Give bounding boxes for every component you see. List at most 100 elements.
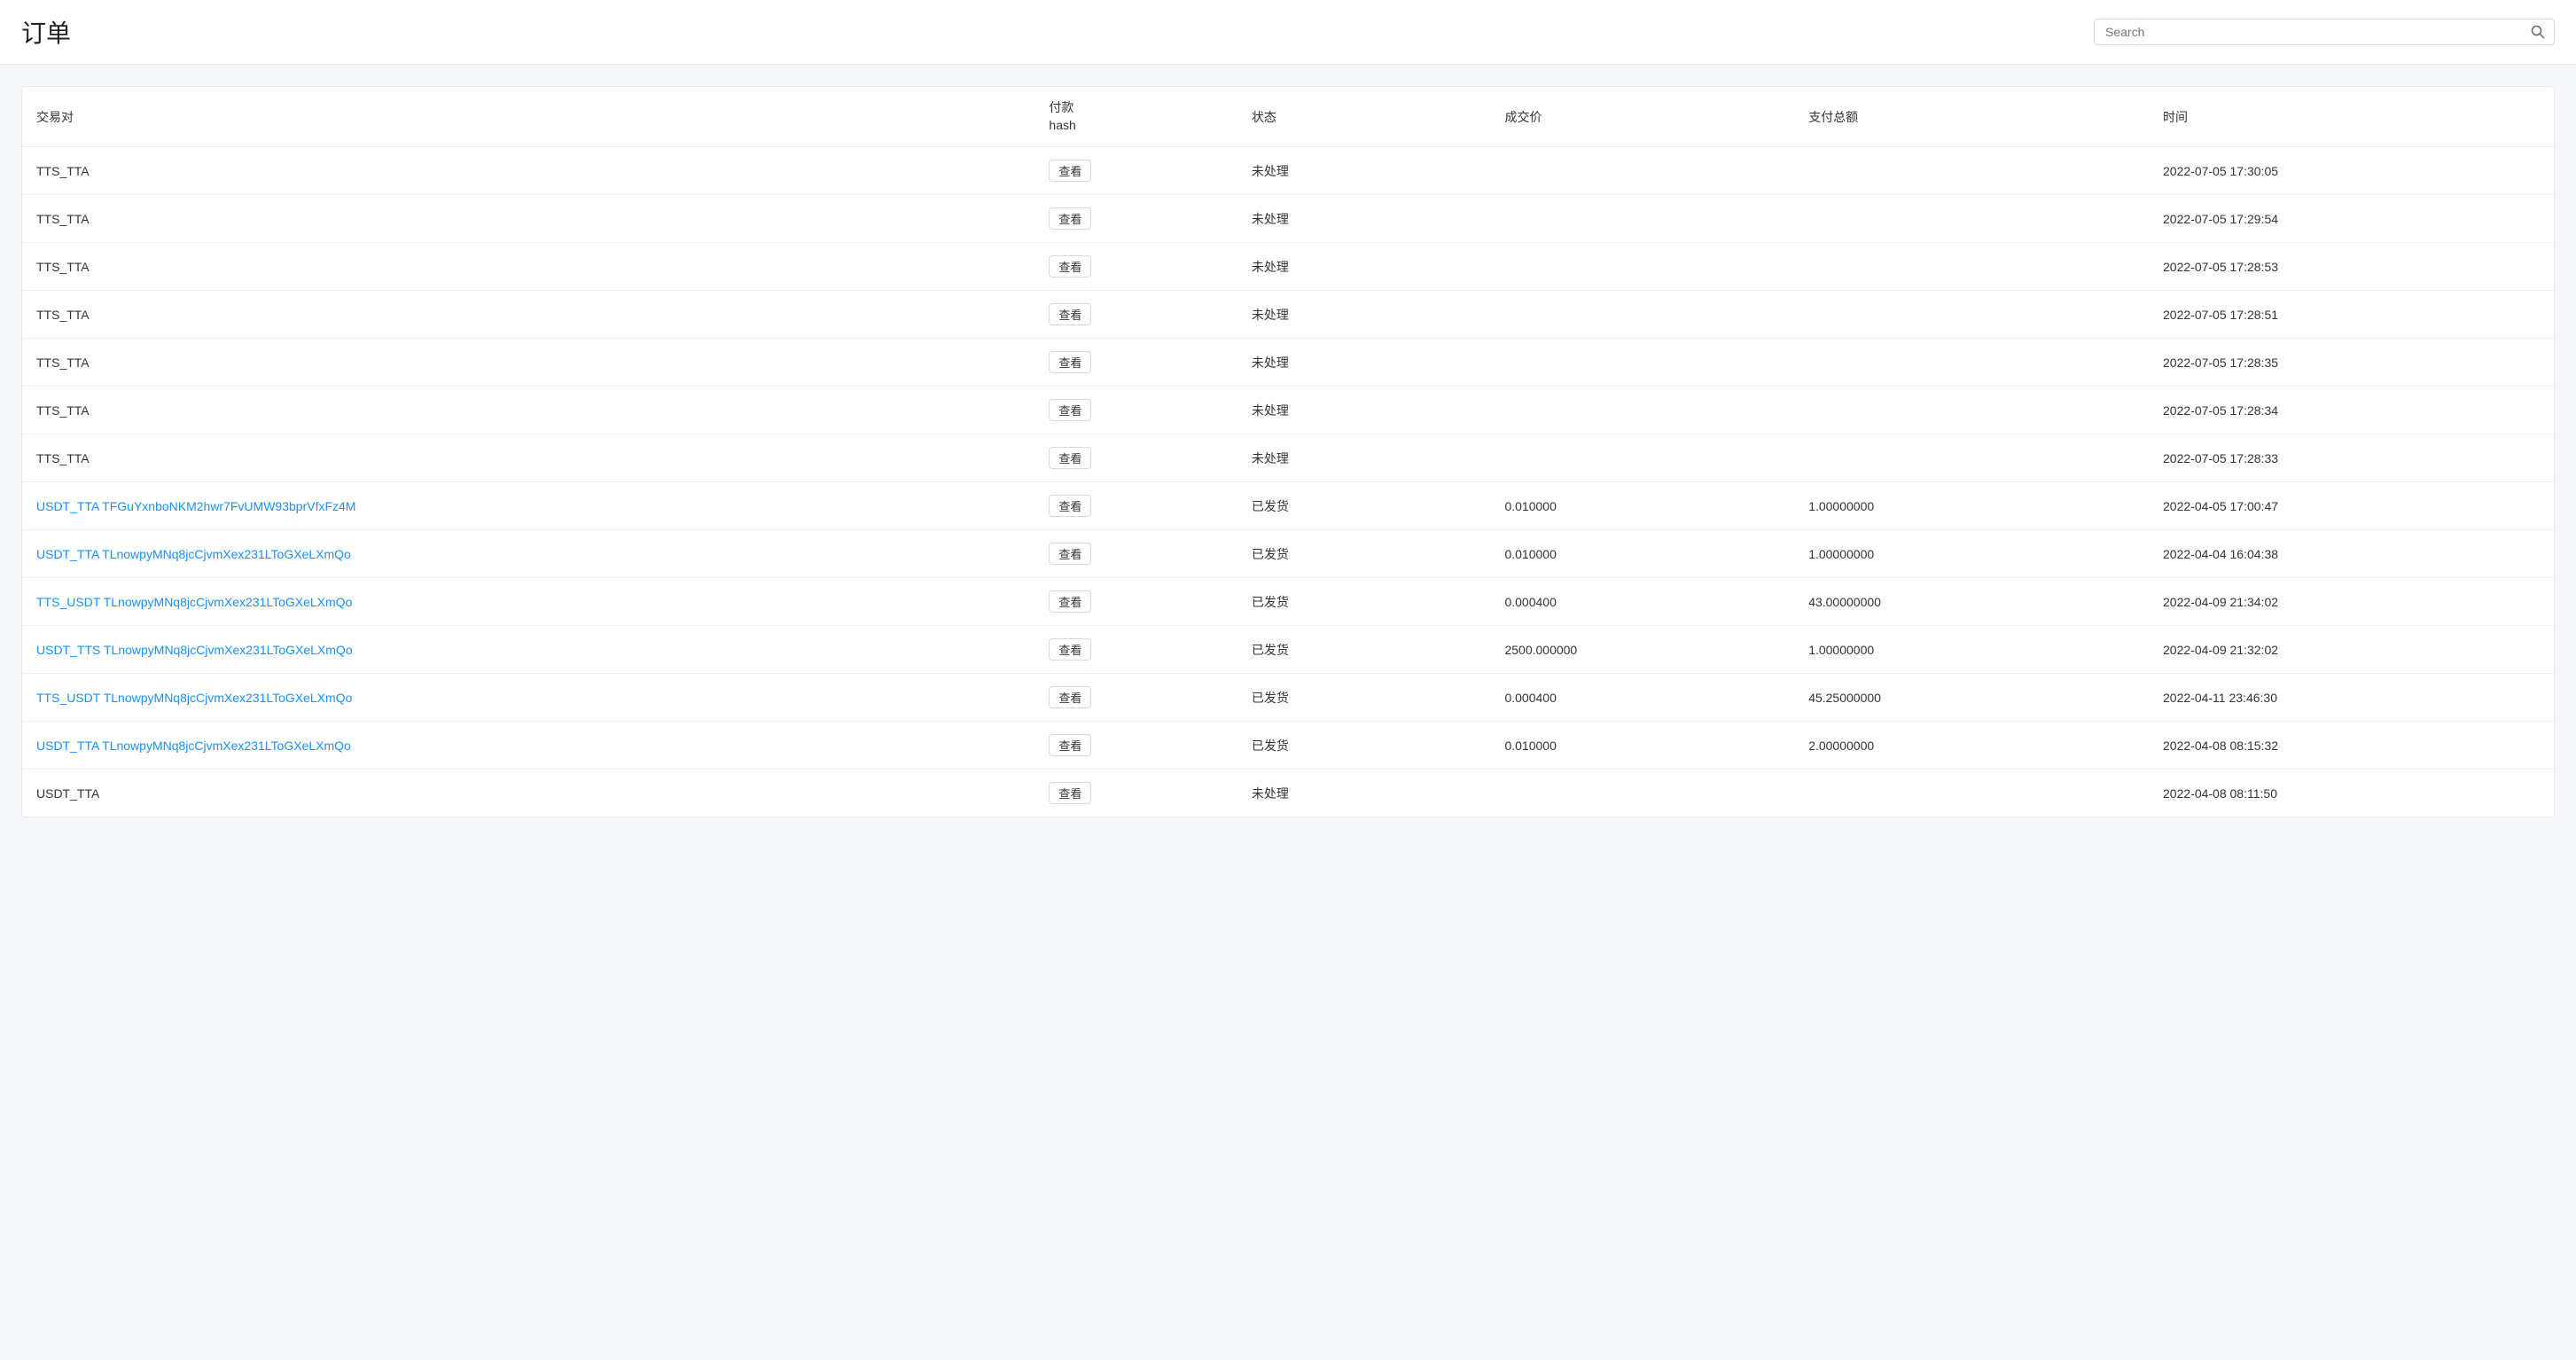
cell-trading-pair: TTS_TTA: [22, 339, 1034, 387]
cell-hash: 查看: [1034, 195, 1237, 243]
table-body: TTS_TTA查看未处理2022-07-05 17:30:05TTS_TTA查看…: [22, 147, 2554, 817]
cell-time: 2022-07-05 17:28:34: [2149, 387, 2554, 434]
table-row: USDT_TTA TLnowpyMNq8jcCjvmXex231LToGXeLX…: [22, 530, 2554, 578]
content: 交易对 付款hash 状态 成交价 支付总额: [0, 65, 2576, 839]
col-header-trading-pair: 交易对: [22, 87, 1034, 147]
cell-time: 2022-04-09 21:34:02: [2149, 578, 2554, 626]
cell-status: 已发货: [1237, 626, 1491, 674]
cell-time: 2022-04-08 08:11:50: [2149, 770, 2554, 817]
table-row: TTS_TTA 查看 未处理 2022-07-05 17:29:54: [22, 195, 2554, 243]
view-button[interactable]: 查看: [1049, 782, 1091, 804]
cell-trading-pair[interactable]: USDT_TTS TLnowpyMNq8jcCjvmXex231LToGXeLX…: [22, 626, 1034, 674]
cell-amount: 45.25000000: [1794, 674, 2149, 722]
cell-hash: 查看: [1034, 339, 1237, 387]
cell-status: 已发货: [1237, 722, 1491, 770]
cell-hash: 查看: [1034, 291, 1237, 339]
view-button[interactable]: 查看: [1049, 351, 1091, 373]
cell-price: 2500.000000: [1490, 626, 1794, 674]
orders-table: 交易对 付款hash 状态 成交价 支付总额: [22, 87, 2554, 817]
cell-hash: 查看: [1034, 243, 1237, 291]
view-button[interactable]: 查看: [1049, 447, 1091, 469]
search-button[interactable]: [2522, 20, 2554, 44]
table-row: TTS_TTA 查看 未处理 2022-07-05 17:28:35: [22, 339, 2554, 387]
table-row: TTS_TTA查看未处理2022-07-05 17:30:05: [22, 147, 2554, 195]
col-header-price: 成交价: [1490, 87, 1794, 147]
cell-price: 0.000400: [1490, 578, 1794, 626]
cell-amount: [1794, 243, 2149, 291]
cell-hash: 查看: [1034, 482, 1237, 530]
cell-status: 未处理: [1237, 195, 1491, 243]
cell-price: [1490, 147, 1794, 195]
cell-amount: [1794, 387, 2149, 434]
cell-hash: 查看: [1034, 770, 1237, 817]
view-button[interactable]: 查看: [1049, 495, 1091, 517]
cell-status: 已发货: [1237, 578, 1491, 626]
cell-amount: [1794, 147, 2149, 195]
view-button[interactable]: 查看: [1049, 207, 1091, 230]
cell-time: 2022-07-05 17:28:33: [2149, 434, 2554, 482]
cell-amount: 1.00000000: [1794, 530, 2149, 578]
view-button[interactable]: 查看: [1049, 303, 1091, 325]
view-button[interactable]: 查看: [1049, 543, 1091, 565]
cell-amount: [1794, 339, 2149, 387]
table-row: USDT_TTA TFGuYxnboNKM2hwr7FvUMW93bprVfxF…: [22, 482, 2554, 530]
cell-amount: [1794, 770, 2149, 817]
cell-time: 2022-04-09 21:32:02: [2149, 626, 2554, 674]
cell-trading-pair[interactable]: TTS_USDT TLnowpyMNq8jcCjvmXex231LToGXeLX…: [22, 578, 1034, 626]
cell-price: 0.000400: [1490, 674, 1794, 722]
cell-status: 已发货: [1237, 482, 1491, 530]
view-button[interactable]: 查看: [1049, 734, 1091, 756]
cell-status: 未处理: [1237, 770, 1491, 817]
cell-time: 2022-04-11 23:46:30: [2149, 674, 2554, 722]
cell-price: [1490, 434, 1794, 482]
cell-trading-pair: TTS_TTA: [22, 434, 1034, 482]
table-row: TTS_TTA 查看 未处理 2022-07-05 17:28:51: [22, 291, 2554, 339]
page-container: 订单 交易对 付款hash: [0, 0, 2576, 1360]
cell-amount: 43.00000000: [1794, 578, 2149, 626]
cell-hash: 查看: [1034, 626, 1237, 674]
table-row: TTS_TTA查看未处理2022-07-05 17:28:53: [22, 243, 2554, 291]
cell-status: 未处理: [1237, 434, 1491, 482]
cell-status: 未处理: [1237, 387, 1491, 434]
cell-time: 2022-07-05 17:28:35: [2149, 339, 2554, 387]
cell-trading-pair[interactable]: USDT_TTA TLnowpyMNq8jcCjvmXex231LToGXeLX…: [22, 530, 1034, 578]
cell-trading-pair: USDT_TTA: [22, 770, 1034, 817]
cell-trading-pair: TTS_TTA: [22, 291, 1034, 339]
cell-trading-pair: TTS_TTA: [22, 243, 1034, 291]
col-header-hash: 付款hash: [1034, 87, 1237, 147]
cell-trading-pair[interactable]: USDT_TTA TFGuYxnboNKM2hwr7FvUMW93bprVfxF…: [22, 482, 1034, 530]
cell-time: 2022-04-05 17:00:47: [2149, 482, 2554, 530]
cell-time: 2022-07-05 17:29:54: [2149, 195, 2554, 243]
table-row: USDT_TTS TLnowpyMNq8jcCjvmXex231LToGXeLX…: [22, 626, 2554, 674]
cell-trading-pair: TTS_TTA: [22, 147, 1034, 195]
table-row: USDT_TTA TLnowpyMNq8jcCjvmXex231LToGXeLX…: [22, 722, 2554, 770]
cell-trading-pair: TTS_TTA: [22, 195, 1034, 243]
cell-trading-pair[interactable]: TTS_USDT TLnowpyMNq8jcCjvmXex231LToGXeLX…: [22, 674, 1034, 722]
view-button[interactable]: 查看: [1049, 399, 1091, 421]
cell-trading-pair[interactable]: USDT_TTA TLnowpyMNq8jcCjvmXex231LToGXeLX…: [22, 722, 1034, 770]
cell-status: 已发货: [1237, 530, 1491, 578]
cell-amount: [1794, 291, 2149, 339]
cell-status: 未处理: [1237, 147, 1491, 195]
cell-status: 未处理: [1237, 291, 1491, 339]
cell-price: 0.010000: [1490, 530, 1794, 578]
cell-hash: 查看: [1034, 147, 1237, 195]
view-button[interactable]: 查看: [1049, 255, 1091, 277]
view-button[interactable]: 查看: [1049, 160, 1091, 182]
cell-amount: 1.00000000: [1794, 626, 2149, 674]
view-button[interactable]: 查看: [1049, 686, 1091, 708]
cell-price: [1490, 243, 1794, 291]
cell-time: 2022-07-05 17:28:51: [2149, 291, 2554, 339]
cell-price: [1490, 195, 1794, 243]
cell-status: 未处理: [1237, 339, 1491, 387]
cell-status: 已发货: [1237, 674, 1491, 722]
cell-time: 2022-07-05 17:28:53: [2149, 243, 2554, 291]
search-input[interactable]: [2095, 20, 2522, 44]
search-icon: [2531, 25, 2545, 39]
view-button[interactable]: 查看: [1049, 638, 1091, 660]
cell-hash: 查看: [1034, 387, 1237, 434]
table-container: 交易对 付款hash 状态 成交价 支付总额: [21, 86, 2555, 817]
col-header-time: 时间: [2149, 87, 2554, 147]
view-button[interactable]: 查看: [1049, 590, 1091, 613]
cell-time: 2022-04-04 16:04:38: [2149, 530, 2554, 578]
